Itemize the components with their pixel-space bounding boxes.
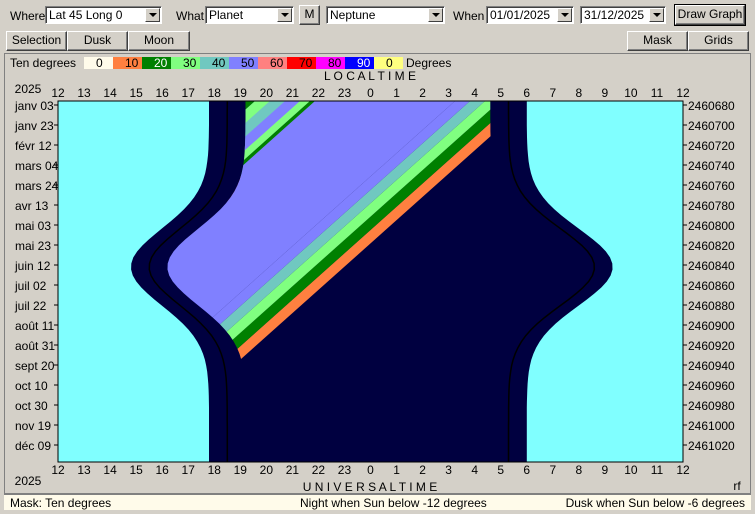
local-time-title: L O C A L T I M E: [324, 69, 416, 83]
year-label-bottom: 2025: [15, 474, 42, 488]
hour-label-top: 20: [260, 86, 274, 100]
jd-label: 2460680: [688, 99, 735, 113]
hour-label-bottom: 7: [549, 463, 556, 477]
hour-label-bottom: 6: [523, 463, 530, 477]
date-label: févr 12: [15, 139, 52, 153]
date-label: sept 20: [15, 359, 55, 373]
hour-label-bottom: 22: [312, 463, 326, 477]
hour-label-top: 9: [602, 86, 609, 100]
jd-label: 2460720: [688, 139, 735, 153]
hour-label-top: 7: [549, 86, 556, 100]
hour-label-top: 19: [234, 86, 248, 100]
date-label: août 31: [15, 339, 55, 353]
hour-label-top: 1: [393, 86, 400, 100]
date-label: nov 19: [15, 419, 51, 433]
hour-label-top: 18: [208, 86, 222, 100]
date-label: mai 23: [15, 239, 51, 253]
jd-label: 2460820: [688, 239, 735, 253]
hour-label-top: 13: [77, 86, 91, 100]
jd-label: 2460800: [688, 219, 735, 233]
date-label: juil 02: [14, 279, 47, 293]
hour-label-top: 22: [312, 86, 326, 100]
jd-label: 2460840: [688, 259, 735, 273]
hour-label-top: 17: [182, 86, 196, 100]
hour-label-top: 16: [155, 86, 169, 100]
date-label: juin 12: [14, 259, 51, 273]
hour-label-bottom: 23: [338, 463, 352, 477]
hour-label-top: 6: [523, 86, 530, 100]
hour-label-bottom: 16: [155, 463, 169, 477]
hour-label-top: 2: [419, 86, 426, 100]
hour-label-bottom: 3: [445, 463, 452, 477]
jd-label: 2460760: [688, 179, 735, 193]
hour-label-top: 21: [286, 86, 300, 100]
hour-label-bottom: 12: [676, 463, 690, 477]
jd-label: 2460740: [688, 159, 735, 173]
jd-label: 2460920: [688, 339, 735, 353]
status-mask: Mask: Ten degrees: [10, 496, 112, 510]
hour-label-bottom: 21: [286, 463, 300, 477]
hour-label-bottom: 12: [51, 463, 65, 477]
date-label: mars 24: [15, 179, 59, 193]
status-dusk: Dusk when Sun below -6 degrees: [565, 496, 745, 510]
hour-label-top: 12: [51, 86, 65, 100]
hour-label-top: 4: [471, 86, 478, 100]
hour-label-bottom: 4: [471, 463, 478, 477]
hour-label-bottom: 11: [651, 463, 664, 477]
date-label: déc 09: [15, 439, 51, 453]
status-bar: Mask: Ten degrees Night when Sun below -…: [4, 494, 751, 510]
hour-label-bottom: 20: [260, 463, 274, 477]
hour-label-top: 5: [497, 86, 504, 100]
hour-label-bottom: 13: [77, 463, 91, 477]
date-label: janv 03: [14, 99, 54, 113]
jd-label: 2460780: [688, 199, 735, 213]
hour-label-top: 8: [575, 86, 582, 100]
date-label: juil 22: [14, 299, 47, 313]
hour-label-bottom: 17: [182, 463, 196, 477]
date-label: mars 04: [15, 159, 59, 173]
jd-label: 2461020: [688, 439, 735, 453]
hour-label-bottom: 5: [497, 463, 504, 477]
hour-label-bottom: 10: [624, 463, 638, 477]
jd-label: 2460900: [688, 319, 735, 333]
corner-mark: rf: [733, 479, 741, 493]
hour-label-bottom: 19: [234, 463, 248, 477]
status-night: Night when Sun below -12 degrees: [300, 496, 487, 510]
year-label-top: 2025: [15, 82, 42, 96]
date-label: oct 30: [15, 399, 48, 413]
hour-label-top: 0: [367, 86, 374, 100]
visibility-chart: 1212131314141515161617171818191920202121…: [14, 69, 741, 494]
hour-label-bottom: 2: [419, 463, 426, 477]
hour-label-bottom: 18: [208, 463, 222, 477]
universal-time-title: U N I V E R S A L T I M E: [303, 480, 438, 494]
hour-label-top: 15: [129, 86, 143, 100]
hour-label-bottom: 8: [575, 463, 582, 477]
date-label: mai 03: [15, 219, 51, 233]
hour-label-top: 12: [676, 86, 690, 100]
jd-label: 2460940: [688, 359, 735, 373]
hour-label-top: 3: [445, 86, 452, 100]
hour-label-top: 23: [338, 86, 352, 100]
date-label: août 11: [15, 319, 54, 333]
hour-label-top: 11: [651, 86, 664, 100]
hour-label-bottom: 0: [367, 463, 374, 477]
jd-label: 2461000: [688, 419, 735, 433]
hour-label-bottom: 15: [129, 463, 143, 477]
hour-label-bottom: 1: [393, 463, 400, 477]
hour-label-top: 10: [624, 86, 638, 100]
date-label: oct 10: [15, 379, 48, 393]
hour-label-top: 14: [103, 86, 117, 100]
jd-label: 2460860: [688, 279, 735, 293]
jd-label: 2460700: [688, 119, 735, 133]
date-label: avr 13: [15, 199, 49, 213]
jd-label: 2460960: [688, 379, 735, 393]
jd-label: 2460880: [688, 299, 735, 313]
hour-label-bottom: 14: [103, 463, 117, 477]
hour-label-bottom: 9: [602, 463, 609, 477]
date-label: janv 23: [14, 119, 54, 133]
jd-label: 2460980: [688, 399, 735, 413]
